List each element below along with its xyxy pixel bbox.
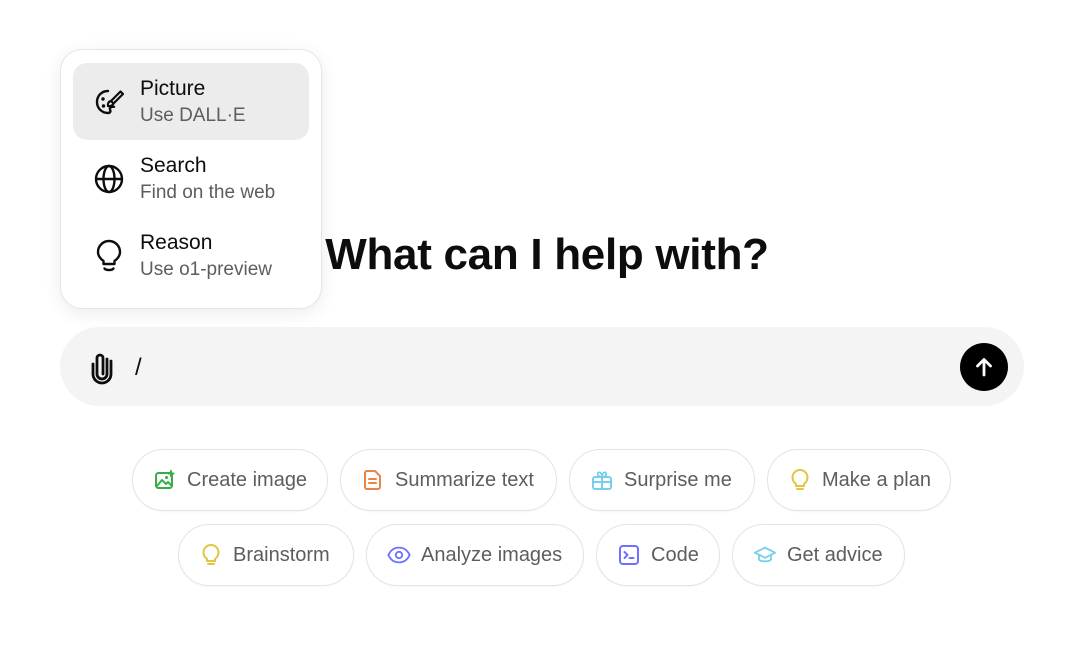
lightbulb-icon	[91, 238, 127, 274]
menu-item-reason[interactable]: Reason Use o1-preview	[73, 217, 309, 294]
image-icon	[153, 468, 177, 492]
chip-label: Create image	[187, 468, 308, 491]
terminal-icon	[617, 543, 641, 567]
chip-analyze-images[interactable]: Analyze images	[366, 524, 584, 586]
menu-item-subtitle: Use DALL·E	[140, 105, 246, 126]
menu-item-title: Picture	[140, 77, 206, 100]
chip-get-advice[interactable]: Get advice	[732, 524, 905, 586]
lightbulb-icon	[788, 468, 812, 492]
chip-label: Analyze images	[421, 543, 563, 566]
globe-icon	[91, 161, 127, 197]
arrow-up-icon	[972, 355, 996, 379]
tools-popup-menu: Picture Use DALL·E Search Find on the we…	[60, 49, 322, 309]
chip-label: Summarize text	[395, 468, 534, 491]
chip-label: Get advice	[787, 543, 883, 566]
attach-button[interactable]	[84, 348, 120, 388]
composer[interactable]	[60, 327, 1024, 406]
palette-icon	[91, 84, 127, 120]
chip-label: Surprise me	[624, 468, 732, 491]
menu-item-title: Search	[140, 154, 207, 177]
chip-label: Brainstorm	[233, 543, 330, 566]
chip-summarize-text[interactable]: Summarize text	[340, 449, 557, 511]
lightbulb-icon	[199, 543, 223, 567]
gift-icon	[590, 468, 614, 492]
menu-item-subtitle: Use o1-preview	[140, 259, 272, 280]
prompt-input[interactable]: /	[135, 352, 142, 384]
menu-item-search[interactable]: Search Find on the web	[73, 140, 309, 217]
document-icon	[361, 468, 385, 492]
menu-item-title: Reason	[140, 231, 213, 254]
graduation-cap-icon	[753, 543, 777, 567]
menu-item-picture[interactable]: Picture Use DALL·E	[73, 63, 309, 140]
chip-create-image[interactable]: Create image	[132, 449, 328, 511]
menu-item-subtitle: Find on the web	[140, 182, 276, 203]
chip-make-a-plan[interactable]: Make a plan	[767, 449, 951, 511]
eye-icon	[387, 543, 411, 567]
paperclip-icon	[89, 351, 115, 385]
chip-label: Make a plan	[822, 468, 931, 491]
chip-label: Code	[651, 543, 699, 566]
chip-surprise-me[interactable]: Surprise me	[569, 449, 755, 511]
chip-brainstorm[interactable]: Brainstorm	[178, 524, 354, 586]
send-button[interactable]	[960, 343, 1008, 391]
chip-code[interactable]: Code	[596, 524, 720, 586]
